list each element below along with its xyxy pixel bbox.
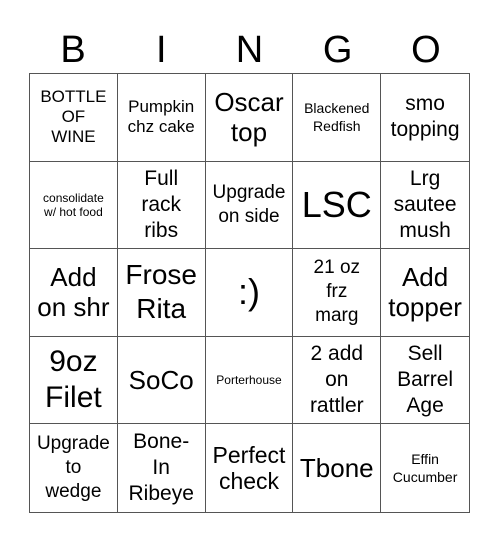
cell-text: BOTTLE OF WINE bbox=[40, 87, 107, 147]
cell-text: Add on shr bbox=[37, 262, 110, 323]
bingo-header: B I N G O bbox=[29, 28, 470, 72]
cell-text: 21 oz frz marg bbox=[313, 257, 361, 327]
cell-text: smo topping bbox=[390, 92, 460, 142]
bingo-cell[interactable]: Lrg sautee mush bbox=[381, 162, 469, 250]
cell-text: :) bbox=[237, 271, 260, 313]
bingo-cell[interactable]: 21 oz frz marg bbox=[293, 249, 382, 337]
header-letter-g: G bbox=[322, 29, 353, 71]
bingo-cell[interactable]: SoCo bbox=[117, 336, 206, 425]
header-letter-i: I bbox=[156, 29, 167, 71]
bingo-cell[interactable]: Oscar top bbox=[205, 74, 294, 162]
cell-text: Sell Barrel Age bbox=[397, 342, 454, 418]
bingo-cell[interactable]: 9oz Filet bbox=[30, 336, 118, 425]
bingo-cell[interactable]: Bone- In Ribeye bbox=[118, 424, 206, 512]
cell-text: consolidate w/ hot food bbox=[43, 190, 104, 219]
cell-text: SoCo bbox=[128, 365, 194, 396]
cell-text: Effin Cucumber bbox=[392, 451, 458, 486]
cell-text: Porterhouse bbox=[216, 373, 282, 388]
cell-text: Full rack ribs bbox=[141, 166, 182, 242]
bingo-card-grid: BOTTLE OF WINE Pumpkin chz cake Oscar to… bbox=[29, 73, 470, 513]
bingo-cell[interactable]: Perfect check bbox=[206, 424, 294, 512]
cell-text: Bone- In Ribeye bbox=[128, 430, 194, 506]
cell-text: LSC bbox=[301, 183, 372, 225]
cell-text: Tbone bbox=[299, 453, 374, 484]
bingo-cell[interactable]: Full rack ribs bbox=[117, 161, 206, 250]
bingo-cell[interactable]: Upgrade on side bbox=[205, 161, 294, 250]
header-letter-o: O bbox=[411, 29, 441, 71]
bingo-cell[interactable]: consolidate w/ hot food bbox=[30, 161, 118, 250]
bingo-cell[interactable]: Effin Cucumber bbox=[381, 424, 469, 512]
cell-text: Blackened Redfish bbox=[304, 100, 370, 135]
bingo-cell[interactable]: Pumpkin chz cake bbox=[117, 74, 206, 162]
cell-text: Perfect check bbox=[212, 442, 286, 495]
cell-text: 9oz Filet bbox=[45, 345, 102, 415]
header-letter-b: B bbox=[60, 29, 86, 71]
bingo-cell[interactable]: smo topping bbox=[381, 74, 469, 162]
bingo-cell[interactable]: Porterhouse bbox=[205, 336, 294, 425]
header-letter-n: N bbox=[235, 29, 264, 71]
cell-text: Lrg sautee mush bbox=[393, 166, 457, 242]
bingo-cell[interactable]: LSC bbox=[293, 161, 382, 250]
bingo-cell[interactable]: Add topper bbox=[381, 249, 469, 337]
cell-text: Oscar top bbox=[214, 87, 284, 148]
bingo-cell[interactable]: Sell Barrel Age bbox=[381, 337, 469, 425]
bingo-cell[interactable]: Blackened Redfish bbox=[293, 74, 382, 162]
cell-text: 2 add on rattler bbox=[309, 342, 364, 418]
bingo-cell[interactable]: Add on shr bbox=[30, 249, 118, 337]
cell-text: Add topper bbox=[388, 262, 462, 323]
cell-text: Upgrade to wedge bbox=[36, 433, 110, 503]
cell-text: Pumpkin chz cake bbox=[127, 97, 195, 137]
bingo-cell[interactable]: Tbone bbox=[293, 424, 382, 512]
bingo-cell[interactable]: Frose Rita bbox=[117, 249, 206, 337]
free-space-cell[interactable]: :) bbox=[205, 249, 294, 337]
bingo-cell[interactable]: BOTTLE OF WINE bbox=[30, 74, 118, 162]
cell-text: Frose Rita bbox=[125, 259, 197, 325]
bingo-cell[interactable]: 2 add on rattler bbox=[293, 336, 382, 425]
cell-text: Upgrade on side bbox=[212, 181, 286, 227]
bingo-cell[interactable]: Upgrade to wedge bbox=[30, 424, 118, 512]
